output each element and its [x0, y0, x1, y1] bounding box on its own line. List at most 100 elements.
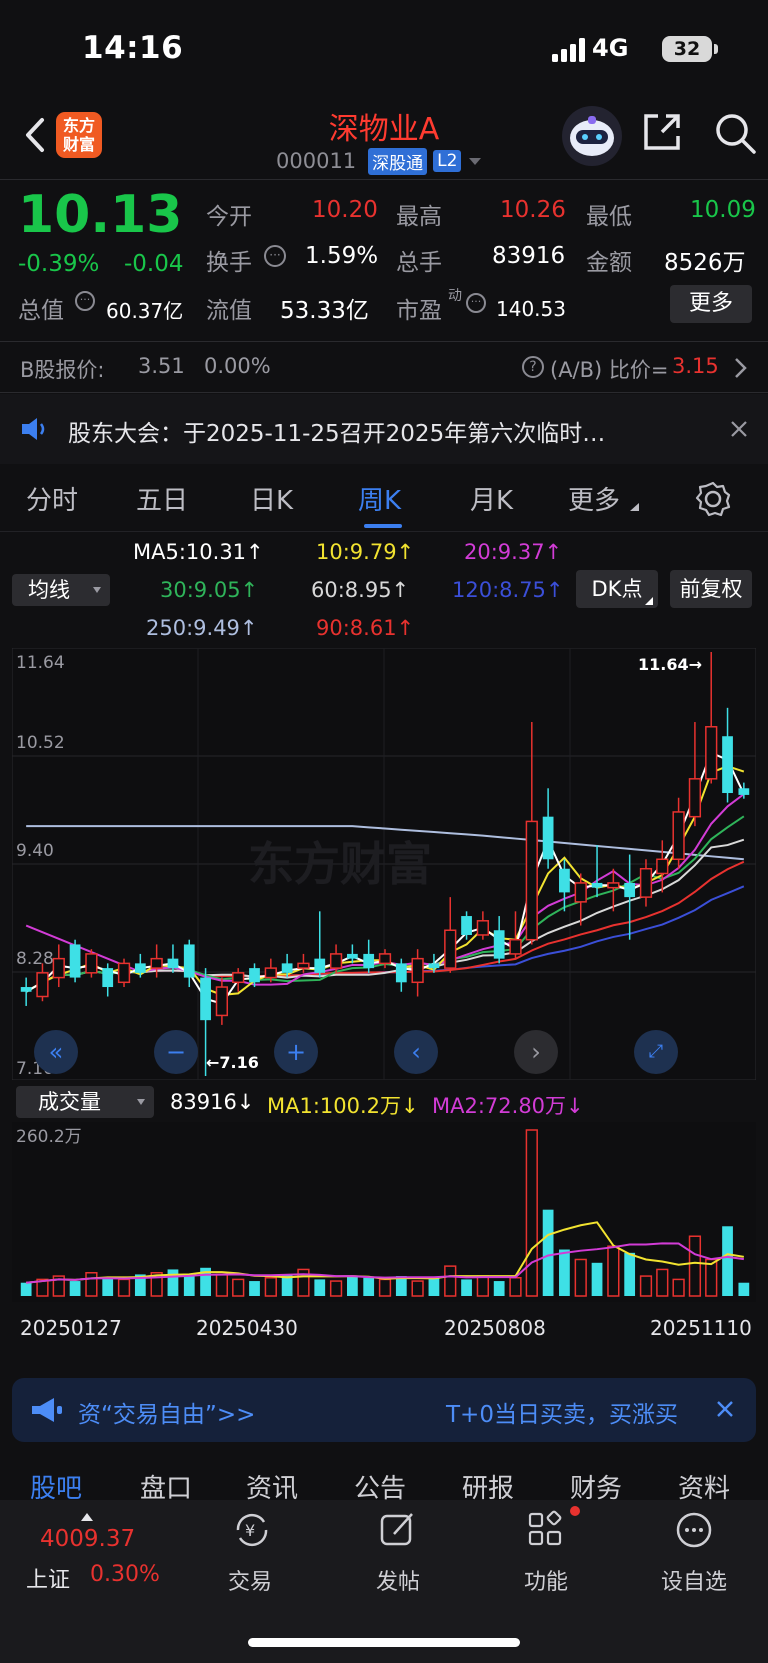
trade-label[interactable]: 交易: [200, 1564, 300, 1596]
candle-body: [36, 972, 49, 998]
scroll-left-button[interactable]: ‹: [394, 1030, 438, 1074]
volume-chart[interactable]: 260.2万: [12, 1122, 756, 1302]
gear-icon[interactable]: [694, 480, 732, 518]
candle-body: [705, 726, 718, 780]
scroll-start-button[interactable]: «: [34, 1030, 78, 1074]
volume-y-top: 260.2万: [16, 1127, 82, 1147]
volume-bar: [249, 1281, 260, 1296]
bottom-toolbar: 4009.37 上证 0.30% ¥ 交易 发帖 功能 设自选: [0, 1500, 768, 1663]
tab-more[interactable]: 更多: [568, 480, 620, 517]
candle-body: [183, 944, 195, 978]
index-value[interactable]: 4009.37: [40, 1526, 135, 1552]
current-price: 10.13: [18, 185, 183, 245]
level-tag: L2: [433, 150, 462, 172]
indicator-selector[interactable]: 成交量: [16, 1086, 154, 1118]
candlestick-chart[interactable]: 东方财富 11.64 10.52 9.40 8.28 7.16 11.64→ ←…: [12, 648, 756, 1080]
volume-bar: [428, 1277, 440, 1296]
yuan-exchange-icon[interactable]: ¥: [230, 1508, 274, 1552]
candle-body: [134, 963, 146, 973]
volume-bar: [559, 1249, 570, 1296]
adjust-button[interactable]: 前复权: [670, 570, 752, 608]
volume-bar: [314, 1279, 326, 1296]
home-indicator: [248, 1638, 520, 1647]
tab-daily-k[interactable]: 日K: [250, 480, 293, 517]
y-tick-4: 8.28: [16, 949, 54, 969]
volume-bar: [738, 1282, 750, 1296]
promo-left-text: 资“交易自由”>>: [78, 1402, 256, 1428]
scroll-right-button[interactable]: ›: [514, 1030, 558, 1074]
promo-banner[interactable]: 资“交易自由”>> T+0当日买卖，买涨买: [12, 1378, 756, 1442]
tab-intraday[interactable]: 分时: [26, 480, 78, 517]
volume-bar: [688, 1235, 702, 1297]
tab-monthly-k[interactable]: 月K: [470, 480, 513, 517]
high-value: 10.26: [500, 197, 566, 223]
volume-bar: [722, 1226, 733, 1296]
more-dots-icon[interactable]: [672, 1508, 716, 1552]
candle-body: [722, 736, 733, 794]
tab-five-day[interactable]: 五日: [136, 480, 188, 517]
tab-weekly-k[interactable]: 周K: [358, 480, 401, 517]
grid-icon[interactable]: [524, 1508, 568, 1552]
close-icon[interactable]: [730, 420, 748, 438]
close-icon[interactable]: [716, 1400, 734, 1418]
turnover-label: 换手: [206, 250, 252, 276]
post-label[interactable]: 发帖: [348, 1564, 448, 1596]
notice-bar[interactable]: 股东大会：于2025-11-25召开2025年第六次临时…: [0, 394, 768, 464]
info-icon[interactable]: ···: [466, 293, 486, 313]
candle-body: [378, 953, 392, 965]
open-label: 今开: [206, 204, 252, 230]
help-icon[interactable]: ?: [522, 356, 544, 378]
candle-body: [656, 858, 669, 875]
candle-body: [329, 953, 343, 969]
megaphone-icon: [32, 1398, 62, 1422]
stock-code-row[interactable]: 000011 深股通 L2: [276, 146, 483, 176]
candle-body: [297, 962, 310, 969]
candle-body: [591, 882, 603, 888]
min-marker: ←7.16: [206, 1053, 259, 1072]
index-pct[interactable]: 0.30%: [90, 1562, 160, 1587]
volume-bar: [102, 1277, 114, 1296]
low-label: 最低: [586, 204, 632, 230]
change-pct: -0.39%: [18, 251, 100, 277]
candle-body: [688, 778, 702, 818]
candle-body: [411, 957, 424, 984]
volume-label: 总手: [396, 250, 442, 276]
more-button[interactable]: 更多: [670, 285, 752, 323]
dk-point-button[interactable]: DK点: [576, 570, 658, 608]
zoom-out-button[interactable]: −: [154, 1030, 198, 1074]
edit-icon[interactable]: [376, 1508, 420, 1552]
amount-value: 8526万: [664, 250, 746, 276]
ma-selector[interactable]: 均线: [12, 574, 110, 606]
y-tick-2: 10.52: [16, 733, 65, 753]
fullscreen-button[interactable]: ⤢: [634, 1030, 678, 1074]
candle-body: [542, 816, 554, 860]
corner-triangle-icon: [630, 503, 639, 511]
status-bar: 14:16 4G 32: [0, 0, 768, 100]
info-icon[interactable]: ···: [264, 245, 286, 267]
stock-code: 000011: [276, 149, 357, 173]
ma90-value: 90:8.61↑: [316, 616, 415, 640]
search-icon[interactable]: [712, 110, 758, 156]
share-icon[interactable]: [640, 110, 684, 154]
candle-body: [738, 788, 750, 795]
add-watchlist-label[interactable]: 设自选: [644, 1564, 744, 1596]
volume-bar: [624, 1252, 636, 1296]
b-share-row[interactable]: B股报价: 3.51 0.00% ? (A/B) 比价= 3.15: [0, 341, 768, 393]
candle-body: [314, 958, 326, 973]
x-axis-dates: 20250127 20250430 20250808 20251110: [0, 1316, 768, 1344]
zoom-in-button[interactable]: +: [274, 1030, 318, 1074]
info-icon[interactable]: ···: [75, 291, 95, 311]
ratio-label: (A/B) 比价=: [550, 358, 669, 382]
volume-value: 83916: [492, 243, 566, 269]
ma120-value: 120:8.75↑: [452, 578, 564, 602]
ai-assistant-avatar[interactable]: [562, 106, 622, 166]
ma30-value: 30:9.05↑: [160, 578, 259, 602]
volume-bar: [363, 1277, 375, 1296]
function-label[interactable]: 功能: [496, 1564, 596, 1596]
volume-bar: [574, 1258, 587, 1297]
battery-icon: 32: [662, 36, 712, 62]
volume-bar: [264, 1276, 277, 1297]
volume-ma2: MA2:72.80万↓: [432, 1094, 584, 1118]
notification-dot: [570, 1506, 580, 1516]
index-name[interactable]: 上证: [26, 1562, 70, 1594]
